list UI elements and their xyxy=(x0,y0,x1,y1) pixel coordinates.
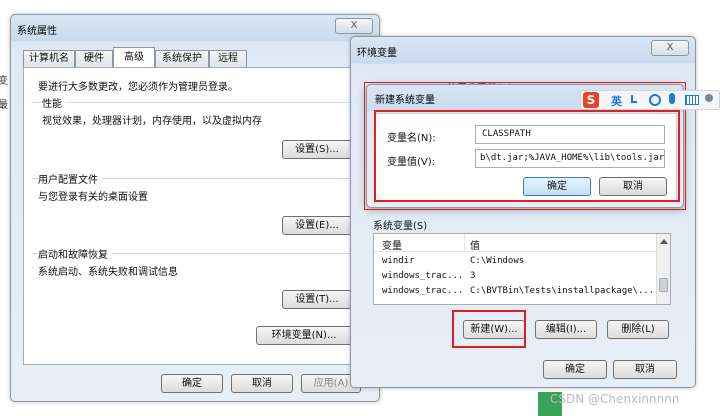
ime-mode-label[interactable]: 英 xyxy=(611,93,622,109)
performance-settings-button[interactable]: 设置(S)... xyxy=(282,140,352,159)
tab-system-protection[interactable]: 系统保护 xyxy=(155,50,209,68)
tab-computer-name[interactable]: 计算机名 xyxy=(23,50,75,68)
env-dialog-title: 环境变量 xyxy=(357,48,397,59)
tab-remote[interactable]: 远程 xyxy=(209,50,247,68)
ok-button[interactable]: 确定 xyxy=(161,374,223,393)
ime-user-icon[interactable] xyxy=(705,94,713,102)
watermark: CSDN @Chenxinnnnn xyxy=(550,392,680,406)
ime-voice-icon[interactable] xyxy=(669,93,675,104)
ime-emoji-icon[interactable] xyxy=(649,94,661,106)
list-row-val[interactable]: C:\Windows xyxy=(470,256,524,266)
list-row-var[interactable]: windows_trac... xyxy=(382,271,463,281)
performance-title: 性能 xyxy=(42,95,66,110)
edge-text-2: 最 xyxy=(0,100,8,111)
list-row-val[interactable]: C:\BVTBin\Tests\installpackage\... xyxy=(470,286,654,296)
column-header-value[interactable]: 值 xyxy=(470,237,480,252)
scroll-thumb[interactable] xyxy=(659,278,668,292)
env-close-button[interactable]: X xyxy=(651,40,689,56)
tab-advanced[interactable]: 高级 xyxy=(113,47,155,68)
list-row-var[interactable]: windir xyxy=(382,256,415,266)
profile-desc: 与您登录有关的桌面设置 xyxy=(38,192,148,203)
env-ok-button[interactable]: 确定 xyxy=(543,360,607,379)
edit-variable-button[interactable]: 编辑(I)... xyxy=(535,320,597,339)
startup-desc: 系统启动、系统失败和调试信息 xyxy=(38,267,178,278)
ime-punct-icon[interactable] xyxy=(631,95,637,103)
new-button-highlight xyxy=(452,310,526,348)
tab-hardware[interactable]: 硬件 xyxy=(75,50,113,68)
profile-settings-button[interactable]: 设置(E)... xyxy=(282,216,352,235)
admin-note: 要进行大多数更改，您必须作为管理员登录。 xyxy=(38,82,238,93)
tab-bar: 计算机名 硬件 高级 系统保护 远程 xyxy=(23,47,373,68)
delete-variable-button[interactable]: 删除(L) xyxy=(607,320,669,339)
startup-settings-button[interactable]: 设置(T)... xyxy=(282,290,352,309)
close-button[interactable]: X xyxy=(335,18,373,34)
performance-desc: 视觉效果，处理器计划，内存使用，以及虚拟内存 xyxy=(42,116,262,127)
ime-logo-icon[interactable]: S xyxy=(583,92,599,108)
list-scrollbar[interactable] xyxy=(656,234,670,304)
system-variables-list[interactable]: 变量 值 windir C:\Windows windows_trac... 3… xyxy=(373,233,671,305)
system-variables-label: 系统变量(S) xyxy=(373,221,428,232)
edge-text-1: 变 xyxy=(0,76,8,87)
list-row-val[interactable]: 3 xyxy=(470,271,475,281)
scroll-up-icon[interactable] xyxy=(660,239,668,244)
startup-title: 启动和故障恢复 xyxy=(38,246,112,261)
dialog-title: 系统属性 xyxy=(17,26,57,37)
system-properties-dialog: 系统属性 X 计算机名 硬件 高级 系统保护 远程 要进行大多数更改，您必须作为… xyxy=(10,14,380,402)
env-cancel-button[interactable]: 取消 xyxy=(613,360,677,379)
list-row-var[interactable]: windows_trac... xyxy=(382,286,463,296)
environment-variables-button[interactable]: 环境变量(N)... xyxy=(256,326,352,345)
column-header-variable[interactable]: 变量 xyxy=(382,237,402,252)
cancel-button[interactable]: 取消 xyxy=(231,374,293,393)
profile-title: 用户配置文件 xyxy=(38,171,102,186)
advanced-tab-panel: 要进行大多数更改，您必须作为管理员登录。 性能 视觉效果，处理器计划，内存使用，… xyxy=(23,67,373,365)
ime-keyboard-icon[interactable] xyxy=(685,95,699,105)
ime-toolbar[interactable]: S 英 xyxy=(580,90,720,110)
